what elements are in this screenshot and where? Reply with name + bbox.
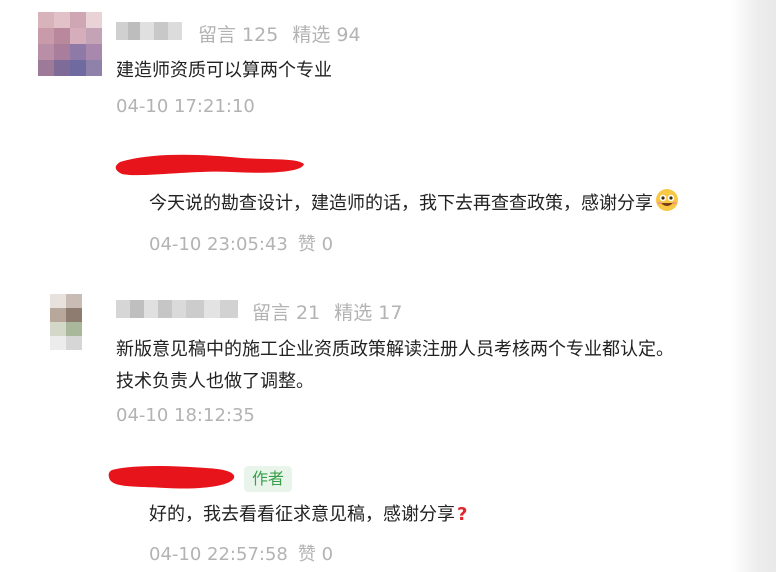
- comment-text: 建造师资质可以算两个专业: [116, 60, 332, 81]
- grinning-face-emoji-icon: [654, 188, 680, 222]
- reply-meta: 04-10 22:57:58 赞 0: [149, 540, 333, 566]
- comment-text-line-1: 新版意见稿中的施工企业资质政策解读注册人员考核两个专业都认定。: [116, 339, 674, 360]
- featured-count: 精选 94: [292, 24, 361, 46]
- reply-text-line: 好的，我去看看征求意见稿，感谢分享?: [149, 499, 467, 530]
- redacted-name: [115, 154, 305, 176]
- user-stats: 留言 21 精选 17: [252, 298, 402, 325]
- messages-count: 留言 125: [198, 24, 279, 46]
- redacted-name: [108, 466, 235, 489]
- comment-timestamp: 04-10 18:12:35: [116, 405, 255, 426]
- username-blurred[interactable]: [116, 22, 182, 40]
- avatar[interactable]: [38, 12, 102, 76]
- reply-text: 好的，我去看看征求意见稿，感谢分享: [149, 504, 455, 525]
- like-button[interactable]: 赞 0: [298, 544, 333, 565]
- right-edge-shadow: [730, 0, 776, 572]
- like-button[interactable]: 赞 0: [298, 234, 333, 255]
- red-question-mark-icon: ?: [457, 504, 468, 525]
- featured-count: 精选 17: [334, 302, 403, 324]
- avatar[interactable]: [50, 294, 82, 350]
- author-badge: 作者: [244, 466, 293, 492]
- reply-meta: 04-10 23:05:43 赞 0: [149, 230, 333, 256]
- messages-count: 留言 21: [252, 302, 321, 324]
- reply-text: 今天说的勘查设计，建造师的话，我下去再查查政策，感谢分享: [149, 193, 653, 214]
- reply-timestamp: 04-10 22:57:58: [149, 544, 288, 565]
- user-stats: 留言 125 精选 94: [198, 20, 361, 47]
- comment-text-line-2: 技术负责人也做了调整。: [116, 371, 314, 392]
- reply-timestamp: 04-10 23:05:43: [149, 234, 288, 255]
- reply-text-line: 今天说的勘查设计，建造师的话，我下去再查查政策，感谢分享: [149, 188, 680, 222]
- username-blurred[interactable]: [116, 300, 238, 318]
- comment-timestamp: 04-10 17:21:10: [116, 96, 255, 117]
